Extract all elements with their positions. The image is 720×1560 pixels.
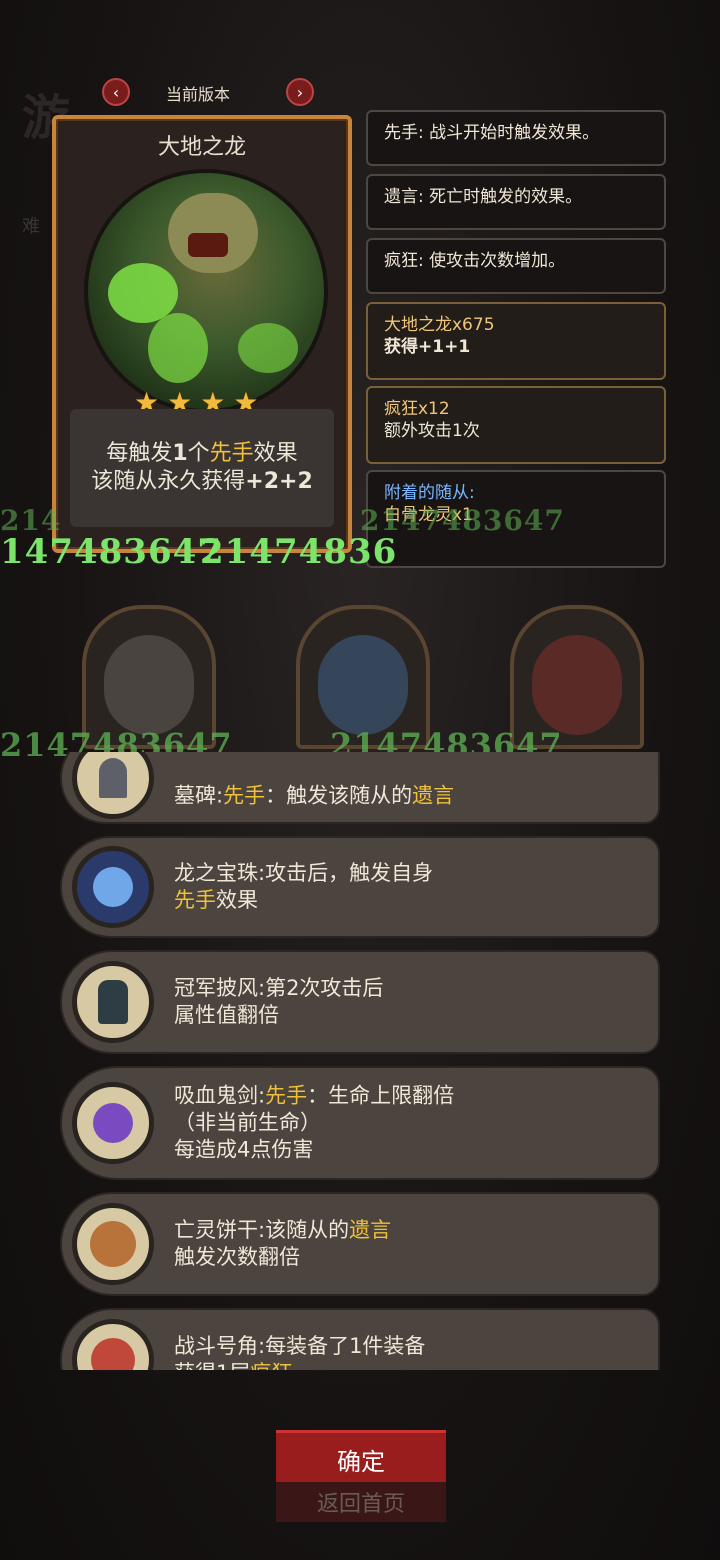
item-description: 亡灵饼干:该随从的遗言 触发次数翻倍 xyxy=(174,1218,392,1269)
undead-biscuit-icon xyxy=(72,1203,154,1285)
minion-portrait xyxy=(318,635,408,735)
item-description: 战斗号角:每装备了1件装备 获得1层疯狂 xyxy=(174,1334,426,1370)
info-keyword-first-strike: 先手: 战斗开始时触发效果。 xyxy=(366,110,666,166)
damage-number-main: 147483647 xyxy=(0,532,222,572)
next-version-button[interactable]: › xyxy=(286,78,314,106)
card-description: 每触发1个先手效果 该随从永久获得+2+2 xyxy=(70,409,334,527)
list-item[interactable]: 墓碑:先手：触发该随从的遗言 xyxy=(60,752,660,824)
dragon-portrait xyxy=(84,169,328,413)
list-item[interactable]: 冠军披风:第2次攻击后 属性值翻倍 xyxy=(60,950,660,1054)
card-desc-line2: 该随从永久获得+2+2 xyxy=(91,469,313,494)
info-keyword-deathrattle: 遗言: 死亡时触发的效果。 xyxy=(366,174,666,230)
info-keyword-frenzy: 疯狂: 使攻击次数增加。 xyxy=(366,238,666,294)
background-difficulty: 难 xyxy=(22,216,40,237)
list-item[interactable]: 战斗号角:每装备了1件装备 获得1层疯狂 xyxy=(60,1308,660,1370)
list-item[interactable]: 龙之宝珠:攻击后，触发自身 先手效果 xyxy=(60,836,660,938)
version-selector: ‹ 当前版本 › xyxy=(100,78,314,106)
damage-number-tail: 21474836 xyxy=(200,532,398,572)
info-stack-dragon: 大地之龙x675 获得+1+1 xyxy=(366,302,666,380)
card-desc-line1: 每触发1个先手效果 xyxy=(106,441,298,466)
war-horn-icon xyxy=(72,1319,154,1370)
item-description: 龙之宝珠:攻击后，触发自身 先手效果 xyxy=(174,861,434,912)
equipment-list[interactable]: 墓碑:先手：触发该随从的遗言 龙之宝珠:攻击后，触发自身 先手效果 冠军披风:第… xyxy=(50,752,674,1370)
minion-portrait xyxy=(532,635,622,735)
tombstone-icon xyxy=(72,752,154,819)
list-item[interactable]: 吸血鬼剑:先手：生命上限翻倍 （非当前生命） 每造成4点伤害 xyxy=(60,1066,660,1180)
dragon-orb-icon xyxy=(72,846,154,928)
list-item[interactable]: 亡灵饼干:该随从的遗言 触发次数翻倍 xyxy=(60,1192,660,1296)
version-label: 当前版本 xyxy=(166,85,231,104)
confirm-button[interactable]: 确定 xyxy=(276,1430,446,1488)
cloak-icon xyxy=(72,961,154,1043)
info-stack-frenzy: 疯狂x12 额外攻击1次 xyxy=(366,386,666,464)
card-name: 大地之龙 xyxy=(157,135,246,160)
return-home-button[interactable]: 返回首页 xyxy=(276,1482,446,1522)
item-description: 吸血鬼剑:先手：生命上限翻倍 （非当前生命） 每造成4点伤害 xyxy=(174,1083,455,1162)
minion-card: 大地之龙 ★ ★ ★ ★ 每触发1个先手效果 该随从永久获得+2+2 xyxy=(52,115,352,553)
minion-portrait xyxy=(104,635,194,735)
chevron-right-icon: › xyxy=(296,82,304,102)
vampire-sword-icon xyxy=(72,1082,154,1164)
chevron-left-icon: ‹ xyxy=(112,82,120,102)
prev-version-button[interactable]: ‹ xyxy=(102,78,130,106)
item-description: 冠军披风:第2次攻击后 属性值翻倍 xyxy=(174,976,384,1027)
item-description: 墓碑:先手：触发该随从的遗言 xyxy=(174,783,455,808)
